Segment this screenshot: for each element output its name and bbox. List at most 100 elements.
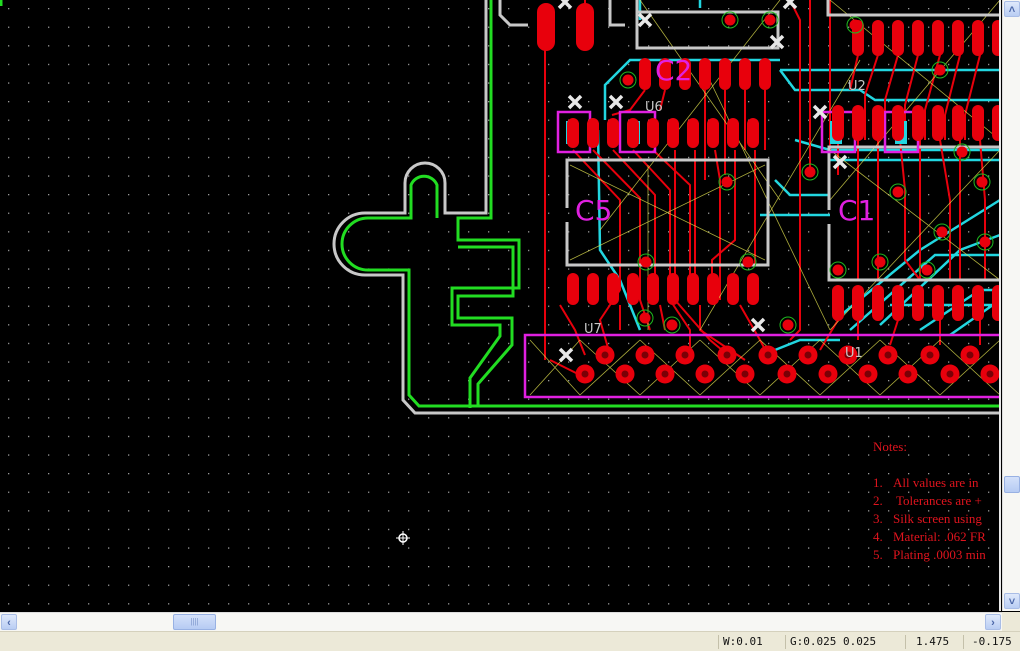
via <box>956 146 968 158</box>
pad-hole <box>986 370 994 378</box>
via <box>721 176 733 188</box>
pad-hole <box>783 370 791 378</box>
smd-pad <box>759 58 771 90</box>
vertical-scrollbar[interactable]: ˄ ˅ <box>1002 0 1020 611</box>
smd-pad <box>932 105 944 141</box>
refdes-u6: U6 <box>645 100 663 115</box>
smd-pad <box>912 20 924 56</box>
smd-pad <box>707 118 719 148</box>
horizontal-scroll-thumb[interactable]: |||| <box>173 614 216 630</box>
via <box>832 264 844 276</box>
refdes-u1: U1 <box>845 346 863 361</box>
note-number: 3. <box>873 511 883 526</box>
smd-pad <box>667 118 679 148</box>
refdes-c1: C1 <box>838 194 875 227</box>
pad-hole <box>764 351 772 359</box>
note-item: 5. Plating .0003 min <box>873 546 986 564</box>
smd-pad <box>607 118 619 148</box>
smd-pad <box>972 20 984 56</box>
scroll-down-button[interactable]: ˅ <box>1004 593 1020 609</box>
note-number: 4. <box>873 529 883 544</box>
via <box>724 14 736 26</box>
note-text: Silk screen using <box>893 511 982 526</box>
horizontal-scrollbar[interactable]: ‹ |||| › <box>0 612 1002 632</box>
smd-pad <box>912 105 924 141</box>
smd-pad <box>852 105 864 141</box>
pad-hole <box>641 351 649 359</box>
pad-hole <box>661 370 669 378</box>
smd-pad <box>699 58 711 90</box>
smd-pad <box>892 20 904 56</box>
smd-pad <box>687 118 699 148</box>
smd-pad <box>607 273 619 305</box>
pad-hole <box>681 351 689 359</box>
note-text: Material: .062 FR <box>893 529 986 544</box>
large-pad <box>537 3 555 51</box>
smd-pad <box>832 105 844 141</box>
fabrication-notes: Notes: 1. All values are in 2. Tolerances… <box>873 438 986 564</box>
note-text: All values are in <box>893 475 979 490</box>
via <box>742 256 754 268</box>
via <box>639 312 651 324</box>
pcb-drawing: C2 C5 C1 U6 U2 U7 U1 <box>0 0 1001 611</box>
pad-hole <box>884 351 892 359</box>
pcb-canvas[interactable]: C2 C5 C1 U6 U2 U7 U1 <box>0 0 1001 611</box>
scroll-left-button[interactable]: ‹ <box>1 614 17 630</box>
refdes-c5: C5 <box>575 194 612 227</box>
smd-pad <box>639 58 651 90</box>
note-item: 1. All values are in <box>873 474 986 492</box>
smd-pad <box>972 105 984 141</box>
smd-pad <box>912 285 924 321</box>
via <box>892 186 904 198</box>
note-number: 1. <box>873 475 883 490</box>
status-y-coord: -0.175 <box>963 635 1020 649</box>
pad-hole <box>601 351 609 359</box>
smd-pad <box>852 285 864 321</box>
scrollbar-corner <box>1002 612 1020 631</box>
via <box>782 319 794 331</box>
via <box>622 74 634 86</box>
refdes-c2: C2 <box>655 54 692 87</box>
smd-pad <box>747 273 759 305</box>
smd-pad <box>627 118 639 148</box>
notes-title: Notes: <box>873 439 907 454</box>
pad-hole <box>701 370 709 378</box>
smd-pad <box>739 58 751 90</box>
vertical-scroll-thumb[interactable] <box>1004 476 1020 493</box>
via <box>640 256 652 268</box>
smd-pad <box>892 285 904 321</box>
via <box>849 19 861 31</box>
pad-hole <box>864 370 872 378</box>
smd-pad <box>727 118 739 148</box>
pad-hole <box>621 370 629 378</box>
status-bar: W:0.01 G:0.025 0.025 1.475 -0.175 <box>0 631 1020 651</box>
smd-pad <box>932 20 944 56</box>
smd-pad <box>587 273 599 305</box>
smd-pad <box>707 273 719 305</box>
note-number: 2. <box>873 493 883 508</box>
pad-hole <box>741 370 749 378</box>
large-pad <box>576 3 594 51</box>
status-line-width: W:0.01 <box>718 635 785 649</box>
via <box>934 64 946 76</box>
via <box>936 226 948 238</box>
smd-pad <box>972 285 984 321</box>
scroll-right-button[interactable]: › <box>985 614 1001 630</box>
note-number: 5. <box>873 547 883 562</box>
note-item: 2. Tolerances are + <box>873 492 986 510</box>
smd-pad <box>872 20 884 56</box>
pad-hole <box>966 351 974 359</box>
scroll-up-button[interactable]: ˄ <box>1004 1 1020 17</box>
status-grid: G:0.025 0.025 <box>785 635 905 649</box>
note-text: Tolerances are + <box>893 493 982 508</box>
smd-pad <box>872 105 884 141</box>
via <box>804 166 816 178</box>
smd-pad <box>647 273 659 305</box>
pad-hole <box>946 370 954 378</box>
smd-pad <box>567 118 579 148</box>
note-item: 3. Silk screen using <box>873 510 986 528</box>
pad-hole <box>581 370 589 378</box>
smd-pad <box>832 285 844 321</box>
smd-pad <box>952 285 964 321</box>
via <box>764 14 776 26</box>
